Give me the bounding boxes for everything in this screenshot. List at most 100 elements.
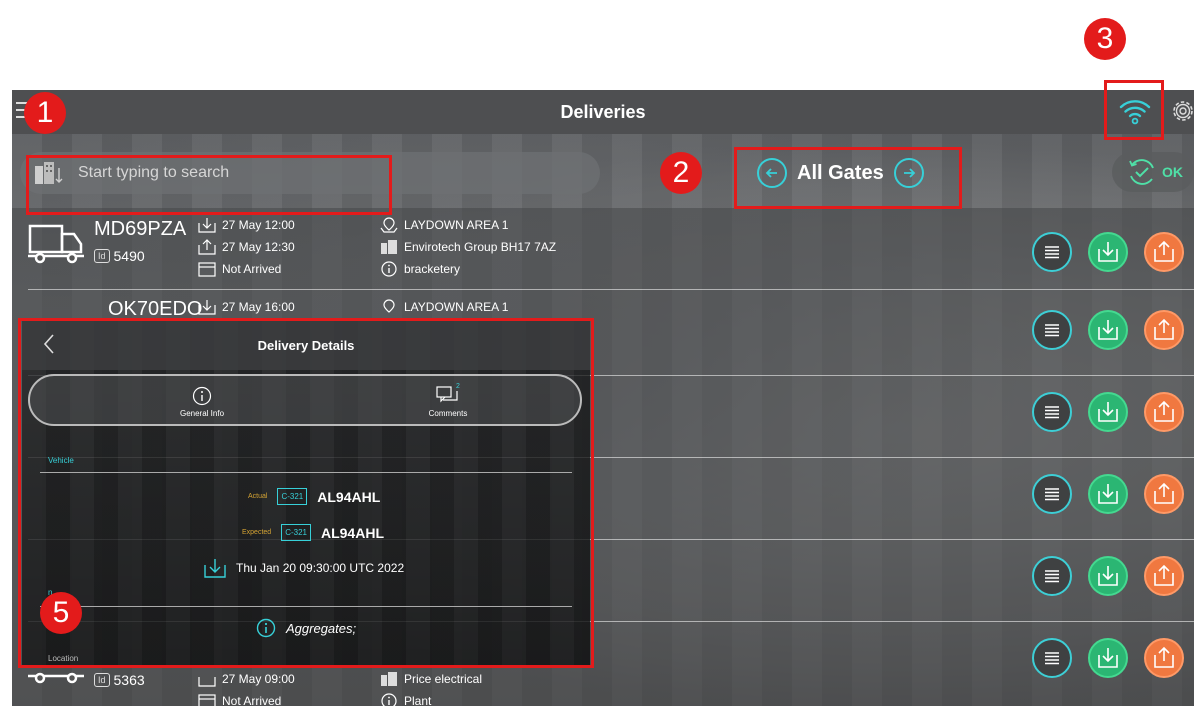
- annotation-badge-2: 2: [660, 152, 702, 194]
- actual-vehicle: Actual C-321 AL94AHL: [248, 488, 381, 505]
- info-icon: [192, 386, 212, 406]
- arrive-icon: [1098, 566, 1118, 586]
- comments-count-badge: 2: [456, 383, 460, 390]
- location-section-label: Location: [48, 654, 79, 663]
- building-sort-icon[interactable]: [34, 160, 64, 186]
- arrival-icon: [204, 559, 226, 578]
- annotation-badge-1: 1: [24, 92, 66, 134]
- details-button[interactable]: [1032, 232, 1072, 272]
- row-divider: [28, 289, 1194, 290]
- wifi-icon[interactable]: [1118, 96, 1152, 126]
- modal-tabs: General Info 2 Comments: [28, 374, 582, 426]
- truck-icon: [28, 224, 84, 264]
- list-icon: [1045, 652, 1059, 665]
- row-actions: [1032, 392, 1184, 432]
- delivery-datetime: Thu Jan 20 09:30:00 UTC 2022: [204, 558, 404, 578]
- company-building-icon: [381, 672, 397, 686]
- location-column: LAYDOWN AREA 1 Envirotech Group BH17 7AZ…: [380, 214, 556, 280]
- tab-general-info[interactable]: General Info: [102, 380, 302, 424]
- expected-vehicle: Expected C-321 AL94AHL: [242, 524, 384, 541]
- page-title: Deliveries: [560, 101, 646, 122]
- info-icon: [381, 261, 397, 277]
- check-out-button[interactable]: [1144, 474, 1184, 514]
- details-button[interactable]: [1032, 638, 1072, 678]
- back-chevron-icon[interactable]: [38, 332, 62, 356]
- search-input[interactable]: [78, 164, 558, 182]
- check-in-button[interactable]: [1088, 392, 1128, 432]
- list-icon: [1045, 570, 1059, 583]
- top-bar: Deliveries: [12, 90, 1194, 134]
- arrive-icon: [1098, 484, 1118, 504]
- arrival-icon: [198, 300, 216, 315]
- arrive-icon: [1098, 648, 1118, 668]
- check-out-button[interactable]: [1144, 638, 1184, 678]
- time-column: 27 May 12:00 27 May 12:30 Not Arrived: [198, 214, 295, 280]
- ok-label: OK: [1162, 164, 1183, 180]
- row-actions: [1032, 232, 1184, 272]
- sync-check-icon: [1129, 159, 1154, 185]
- arrow-right-icon: [903, 168, 915, 178]
- info-icon: [256, 618, 276, 638]
- check-in-button[interactable]: [1088, 556, 1128, 596]
- ok-sync-button[interactable]: OK: [1112, 152, 1194, 192]
- depart-icon: [1154, 318, 1174, 340]
- gate-selector: All Gates: [757, 155, 924, 191]
- vehicle-reg: MD69PZA: [94, 218, 187, 240]
- section-divider: [40, 472, 572, 473]
- modal-header: Delivery Details: [22, 320, 590, 370]
- check-in-button[interactable]: [1088, 310, 1128, 350]
- arrive-icon: [1098, 320, 1118, 340]
- row-actions: [1032, 474, 1184, 514]
- depart-icon: [1154, 482, 1174, 504]
- depart-icon: [1154, 646, 1174, 668]
- vehicle-reg: OK70EDO: [108, 298, 203, 320]
- gear-icon[interactable]: [1168, 96, 1194, 126]
- check-out-button[interactable]: [1144, 556, 1184, 596]
- details-button[interactable]: [1032, 474, 1072, 514]
- row-actions: [1032, 638, 1184, 678]
- details-button[interactable]: [1032, 310, 1072, 350]
- location-column: Price electrical Plant: [380, 668, 482, 706]
- arrive-icon: [1098, 242, 1118, 262]
- row-actions: [1032, 556, 1184, 596]
- check-out-button[interactable]: [1144, 232, 1184, 272]
- departure-icon: [198, 677, 216, 687]
- details-button[interactable]: [1032, 392, 1072, 432]
- plate-icon: C-321: [281, 524, 311, 541]
- details-button[interactable]: [1032, 556, 1072, 596]
- delivery-row[interactable]: MD69PZA Id 5490 27 May 12:00 27 May 12:30…: [28, 208, 1194, 290]
- check-in-button[interactable]: [1088, 638, 1128, 678]
- row-actions: [1032, 310, 1184, 350]
- map-pin-icon: [380, 217, 398, 233]
- departure-icon: [198, 239, 216, 255]
- vehicle-section-label: Vehicle: [48, 456, 74, 465]
- calendar-icon: [198, 262, 216, 277]
- check-in-button[interactable]: [1088, 474, 1128, 514]
- plate-icon: C-321: [277, 488, 308, 505]
- calendar-icon: [198, 694, 216, 706]
- info-icon: [381, 693, 397, 706]
- section-divider: [40, 606, 572, 607]
- check-in-button[interactable]: [1088, 232, 1128, 272]
- annotation-badge-5: 5: [40, 592, 82, 634]
- gate-label: All Gates: [797, 161, 884, 184]
- depart-icon: [1154, 400, 1174, 422]
- previous-gate-button[interactable]: [757, 158, 787, 188]
- time-column: 27 May 09:00 Not Arrived: [198, 668, 295, 706]
- list-icon: [1045, 324, 1059, 337]
- arrival-icon: [198, 218, 216, 233]
- list-icon: [1045, 406, 1059, 419]
- modal-title: Delivery Details: [257, 337, 355, 353]
- check-out-button[interactable]: [1144, 392, 1184, 432]
- id-icon: Id: [94, 249, 110, 263]
- delivery-id: Id 5363: [94, 672, 145, 688]
- check-out-button[interactable]: [1144, 310, 1184, 350]
- tab-comments[interactable]: 2 Comments: [348, 380, 548, 424]
- location-column: LAYDOWN AREA 1: [380, 296, 508, 318]
- search-bar: [20, 152, 600, 194]
- time-column: 27 May 16:00: [198, 296, 295, 318]
- next-gate-button[interactable]: [893, 158, 924, 188]
- depart-icon: [1154, 564, 1174, 586]
- map-pin-icon: [383, 299, 395, 313]
- list-icon: [1045, 488, 1059, 501]
